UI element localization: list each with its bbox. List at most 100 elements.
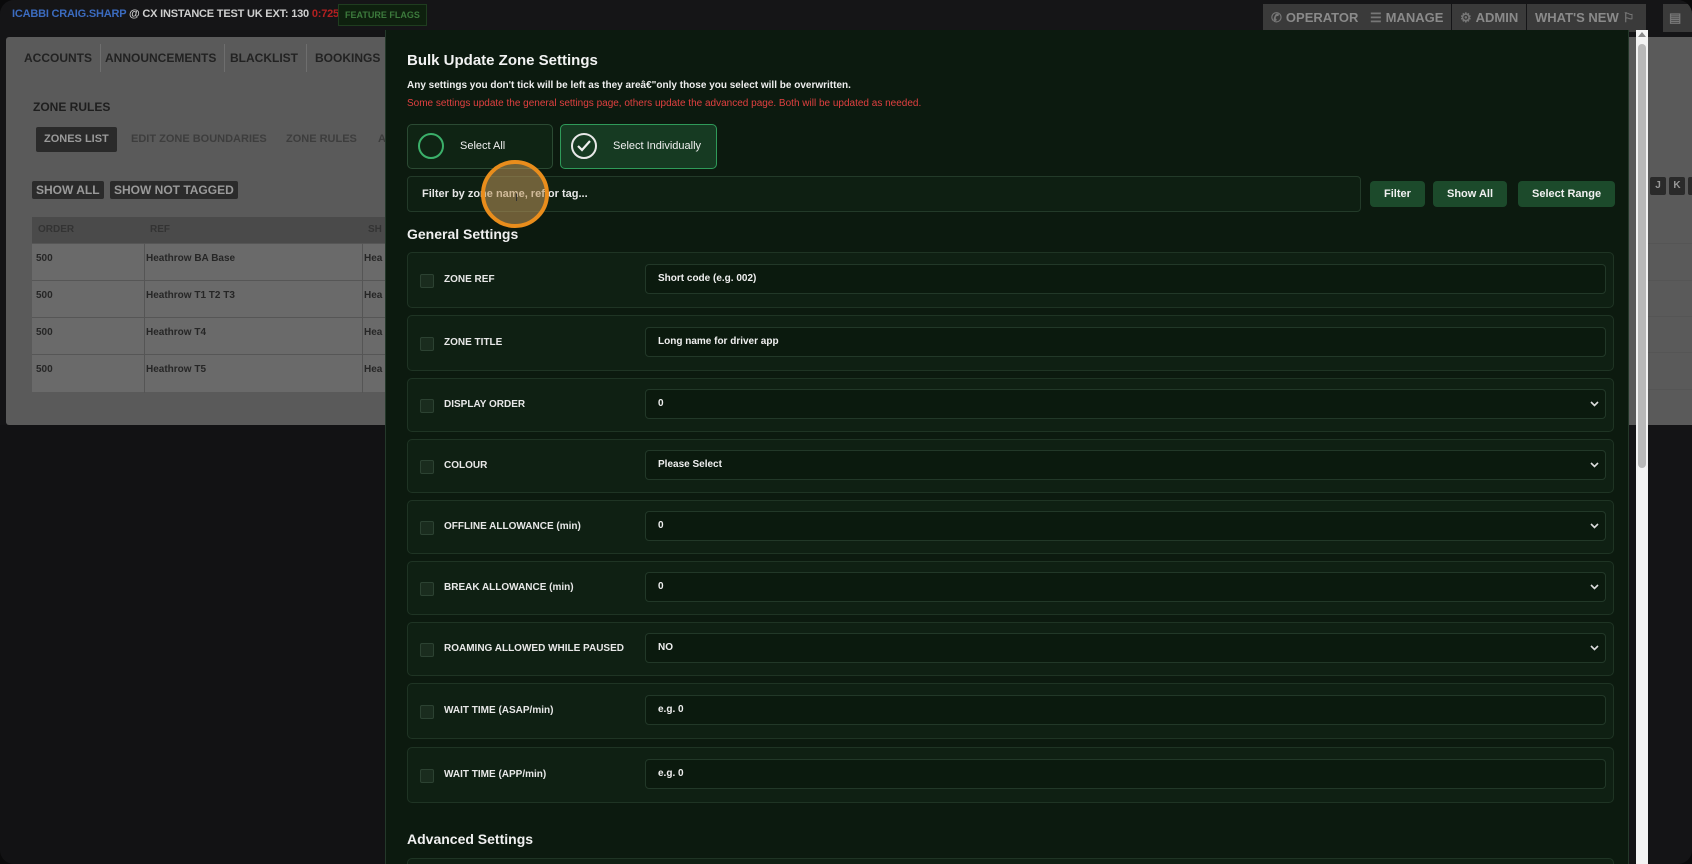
app-window: ICABBI CRAIG.SHARP @ CX INSTANCE TEST UK…: [0, 0, 1692, 864]
cell-short: Hea: [364, 253, 383, 264]
setting-checkbox[interactable]: [420, 769, 434, 783]
cell-short: Hea: [364, 327, 383, 338]
subtab-zone-rules[interactable]: ZONE RULES: [286, 127, 357, 152]
feature-flags-button[interactable]: FEATURE FLAGS: [338, 4, 427, 26]
wait-asap-input[interactable]: e.g. 0: [645, 695, 1606, 725]
check-circle-icon: [571, 133, 597, 159]
setting-label: ZONE TITLE: [444, 337, 503, 348]
divider-line: [1645, 316, 1692, 317]
setting-label: WAIT TIME (ASAP/min): [444, 705, 554, 716]
setting-row-break-allowance: BREAK ALLOWANCE (min) 0: [407, 561, 1614, 615]
text-cursor-icon: I: [515, 192, 519, 204]
nav-whats-new[interactable]: WHAT'S NEW ⚐: [1527, 4, 1647, 32]
divider-line: [1645, 352, 1692, 353]
zone-rules-title: ZONE RULES: [33, 100, 111, 114]
setting-label: OFFLINE ALLOWANCE (min): [444, 521, 581, 532]
top-bar: ICABBI CRAIG.SHARP @ CX INSTANCE TEST UK…: [0, 0, 1692, 32]
setting-checkbox[interactable]: [420, 460, 434, 474]
chevron-down-icon: [1590, 584, 1599, 590]
subtab-zones-list[interactable]: ZONES LIST: [36, 127, 117, 152]
scrollbar-thumb[interactable]: [1638, 44, 1646, 468]
table-row[interactable]: 500 Heathrow T1 T2 T3 Hea: [32, 280, 392, 318]
nav-manage-label: MANAGE: [1385, 10, 1444, 25]
stats-button[interactable]: ▤: [1663, 4, 1692, 32]
offline-allowance-select[interactable]: 0: [645, 511, 1606, 541]
filter-button[interactable]: Filter: [1370, 181, 1425, 207]
column-divider: [362, 243, 363, 393]
column-divider: [144, 243, 145, 393]
cell-ref: Heathrow BA Base: [146, 253, 236, 264]
setting-checkbox[interactable]: [420, 705, 434, 719]
subtab-edit-zone-boundaries[interactable]: EDIT ZONE BOUNDARIES: [131, 127, 267, 152]
cell-order: 500: [36, 327, 53, 338]
instance-label: @ CX INSTANCE TEST UK EXT: 130: [129, 8, 309, 20]
chevron-down-icon: [1590, 462, 1599, 468]
bar-chart-icon: ▤: [1669, 10, 1682, 25]
general-settings-title: General Settings: [407, 226, 519, 242]
nav-manage[interactable]: ☰ MANAGE: [1362, 4, 1452, 32]
zone-filter-input[interactable]: [407, 176, 1361, 212]
zone-ref-input[interactable]: Short code (e.g. 002): [645, 264, 1606, 294]
user-link[interactable]: ICABBI CRAIG.SHARP: [12, 8, 126, 20]
cell-ref: Heathrow T1 T2 T3: [146, 290, 235, 301]
tab-announcements[interactable]: ANNOUNCEMENTS: [97, 44, 226, 72]
tab-blacklist[interactable]: BLACKLIST: [222, 44, 307, 72]
setting-checkbox[interactable]: [420, 274, 434, 288]
letter-j-button[interactable]: J: [1650, 177, 1666, 195]
nav-operator[interactable]: ✆ OPERATOR: [1263, 4, 1367, 32]
select-value: 0: [658, 520, 664, 531]
zone-title-input[interactable]: Long name for driver app: [645, 327, 1606, 357]
setting-checkbox[interactable]: [420, 399, 434, 413]
modal-scrollbar[interactable]: [1636, 30, 1648, 864]
wait-app-input[interactable]: e.g. 0: [645, 759, 1606, 789]
tab-accounts[interactable]: ACCOUNTS: [16, 44, 101, 72]
setting-label: BREAK ALLOWANCE (min): [444, 582, 574, 593]
cell-ref: Heathrow T5: [146, 364, 207, 375]
letter-next-button[interactable]: [1688, 177, 1692, 195]
table-row[interactable]: 500 Heathrow T4 Hea: [32, 317, 392, 355]
scroll-up-icon[interactable]: [1638, 32, 1646, 37]
roaming-select[interactable]: NO: [645, 633, 1606, 663]
letter-k-button[interactable]: K: [1669, 177, 1685, 195]
table-row[interactable]: 500 Heathrow BA Base Hea: [32, 243, 392, 281]
setting-label: DISPLAY ORDER: [444, 399, 526, 410]
modal-title: Bulk Update Zone Settings: [407, 52, 598, 69]
select-all-option[interactable]: Select All: [407, 124, 553, 169]
show-all-button-bg[interactable]: SHOW ALL: [32, 181, 104, 199]
break-allowance-select[interactable]: 0: [645, 572, 1606, 602]
header-short: SH: [368, 224, 382, 235]
setting-label: ZONE REF: [444, 274, 495, 285]
background-empty-area: [0, 425, 385, 864]
list-icon: ☰: [1370, 10, 1382, 25]
setting-checkbox[interactable]: [420, 521, 434, 535]
select-value: 0: [658, 581, 664, 592]
cell-order: 500: [36, 253, 53, 264]
setting-label: ROAMING ALLOWED WHILE PAUSED: [444, 643, 624, 654]
chevron-down-icon: [1590, 523, 1599, 529]
setting-row-display-order: DISPLAY ORDER 0: [407, 378, 1614, 432]
setting-checkbox[interactable]: [420, 337, 434, 351]
cell-short: Hea: [364, 364, 383, 375]
nav-whats-new-label: WHAT'S NEW: [1535, 10, 1619, 25]
tab-bookings[interactable]: BOOKINGS: [307, 44, 390, 72]
modal-note: Any settings you don't tick will be left…: [407, 80, 851, 91]
setting-label: WAIT TIME (APP/min): [444, 769, 547, 780]
display-order-select[interactable]: 0: [645, 389, 1606, 419]
show-all-button[interactable]: Show All: [1433, 181, 1508, 207]
nav-operator-label: OPERATOR: [1285, 10, 1359, 25]
setting-row-offline-allowance: OFFLINE ALLOWANCE (min) 0: [407, 500, 1614, 554]
select-individually-option[interactable]: Select Individually: [560, 124, 717, 169]
header-ref: REF: [150, 224, 170, 235]
setting-checkbox[interactable]: [420, 643, 434, 657]
table-row[interactable]: 500 Heathrow T5 Hea: [32, 354, 392, 393]
setting-checkbox[interactable]: [420, 582, 434, 596]
megaphone-icon: ⚐: [1622, 10, 1635, 25]
setting-row-roaming: ROAMING ALLOWED WHILE PAUSED NO: [407, 622, 1614, 676]
colour-select[interactable]: Please Select: [645, 450, 1606, 480]
show-not-tagged-button[interactable]: SHOW NOT TAGGED: [110, 181, 238, 199]
select-individually-label: Select Individually: [613, 140, 702, 152]
select-range-button[interactable]: Select Range: [1518, 181, 1616, 207]
nav-admin[interactable]: ⚙ ADMIN: [1452, 4, 1527, 32]
bulk-update-modal: Bulk Update Zone Settings Any settings y…: [385, 30, 1629, 864]
setting-row-wait-app: WAIT TIME (APP/min) e.g. 0: [407, 747, 1614, 803]
